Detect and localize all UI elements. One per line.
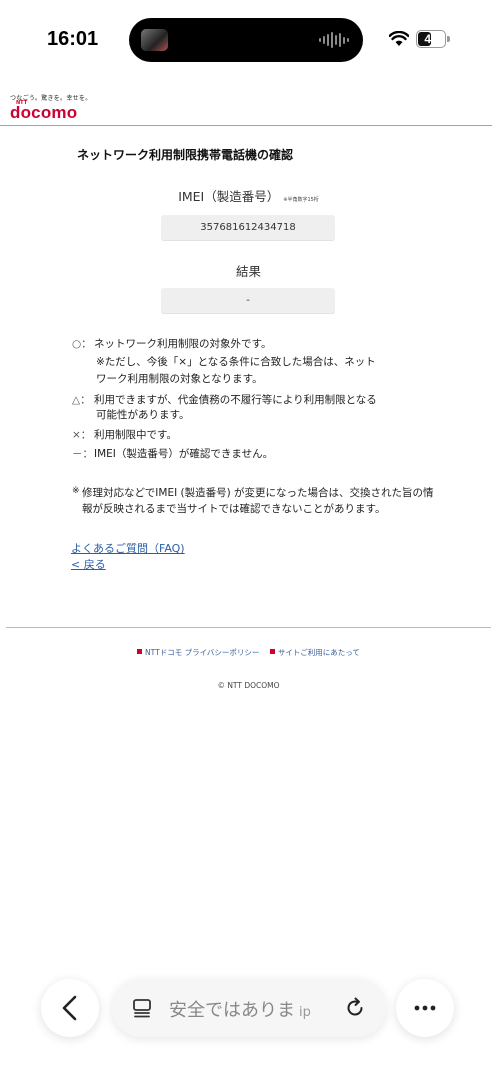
legend-text: 利用制限中です。 (94, 429, 177, 441)
battery-percent: 49 (424, 32, 438, 46)
result-field: - (161, 288, 335, 314)
more-icon (414, 1005, 436, 1011)
battery-cap (447, 36, 450, 42)
header-divider (0, 125, 492, 126)
footnote: ※ 修理対応などでIMEI (製造番号) が変更になった場合は、交換された旨の情… (72, 485, 437, 517)
back-link[interactable]: < 戻る (71, 556, 106, 572)
dynamic-island[interactable] (129, 18, 363, 62)
now-playing-thumbnail (141, 29, 168, 51)
legend-item-triangle: △： 利用できますが、代金債務の不履行等により利用制限となる (72, 392, 377, 407)
legend-circle-note-2: ワーク利用制限の対象となります。 (96, 373, 263, 385)
reload-icon[interactable] (344, 997, 366, 1019)
legend-text: IMEI（製造番号）が確認できません。 (94, 448, 274, 460)
imei-field[interactable]: 357681612434718 (161, 215, 335, 241)
legend-triangle-note: 可能性があります。 (96, 409, 190, 421)
legend-item-circle: ○： ネットワーク利用制限の対象外です。 (72, 336, 271, 351)
privacy-policy-label: NTTドコモ プライバシーポリシー (145, 648, 260, 657)
legend-text: 利用できますが、代金債務の不履行等により利用制限となる (94, 394, 377, 406)
legend-item-cross: ×： 利用制限中です。 (72, 427, 177, 442)
imei-label-text: IMEI（製造番号） (178, 189, 280, 204)
legend-text: ネットワーク利用制限の対象外です。 (94, 338, 272, 350)
logo-text: docomo (10, 103, 78, 122)
legend-mark: △： (72, 394, 91, 406)
bullet-icon (137, 649, 143, 654)
wifi-icon (389, 31, 409, 46)
site-terms-link[interactable]: サイトご利用にあたって (269, 648, 360, 657)
address-suffix: ip (299, 1005, 311, 1020)
footnote-text: 修理対応などでIMEI (製造番号) が変更になった場合は、交換された旨の情報が… (82, 487, 434, 515)
battery-icon: 49 (416, 30, 446, 48)
legend-item-dash: －：IMEI（製造番号）が確認できません。 (72, 446, 273, 461)
result-label: 結果 (235, 264, 261, 279)
footer-links: NTTドコモ プライバシーポリシー サイトご利用にあたって (0, 647, 497, 658)
audio-wave-icon (319, 32, 349, 48)
address-warning: 安全ではありま (169, 1000, 295, 1021)
legend-circle-note-1: ※ただし、今後「×」となる条件に合致した場合は、ネット (96, 356, 376, 368)
tab-overview-icon (133, 999, 151, 1018)
address-bar[interactable]: 安全ではありま ip (112, 979, 386, 1037)
footer-divider (6, 627, 491, 628)
footnote-mark: ※ (72, 486, 80, 496)
copyright: © NTT DOCOMO (217, 681, 280, 690)
browser-back-button[interactable] (41, 979, 99, 1037)
more-options-button[interactable] (396, 979, 454, 1037)
page-title: ネットワーク利用制限携帯電話機の確認 (77, 148, 294, 162)
imei-label: IMEI（製造番号） ※半角数字15桁 (0, 186, 497, 205)
legend-mark: －： (72, 448, 93, 460)
chevron-left-icon (62, 995, 77, 1021)
faq-link[interactable]: よくあるご質問（FAQ) (71, 540, 185, 556)
legend-mark: ○： (72, 338, 92, 350)
bullet-icon (269, 649, 275, 654)
imei-note: ※半角数字15桁 (283, 197, 319, 203)
status-time: 16:01 (47, 28, 99, 50)
legend-mark: ×： (72, 429, 92, 441)
address-text: 安全ではありま ip (169, 996, 311, 1022)
privacy-policy-link[interactable]: NTTドコモ プライバシーポリシー (137, 648, 259, 657)
site-terms-label: サイトご利用にあたって (277, 648, 360, 657)
